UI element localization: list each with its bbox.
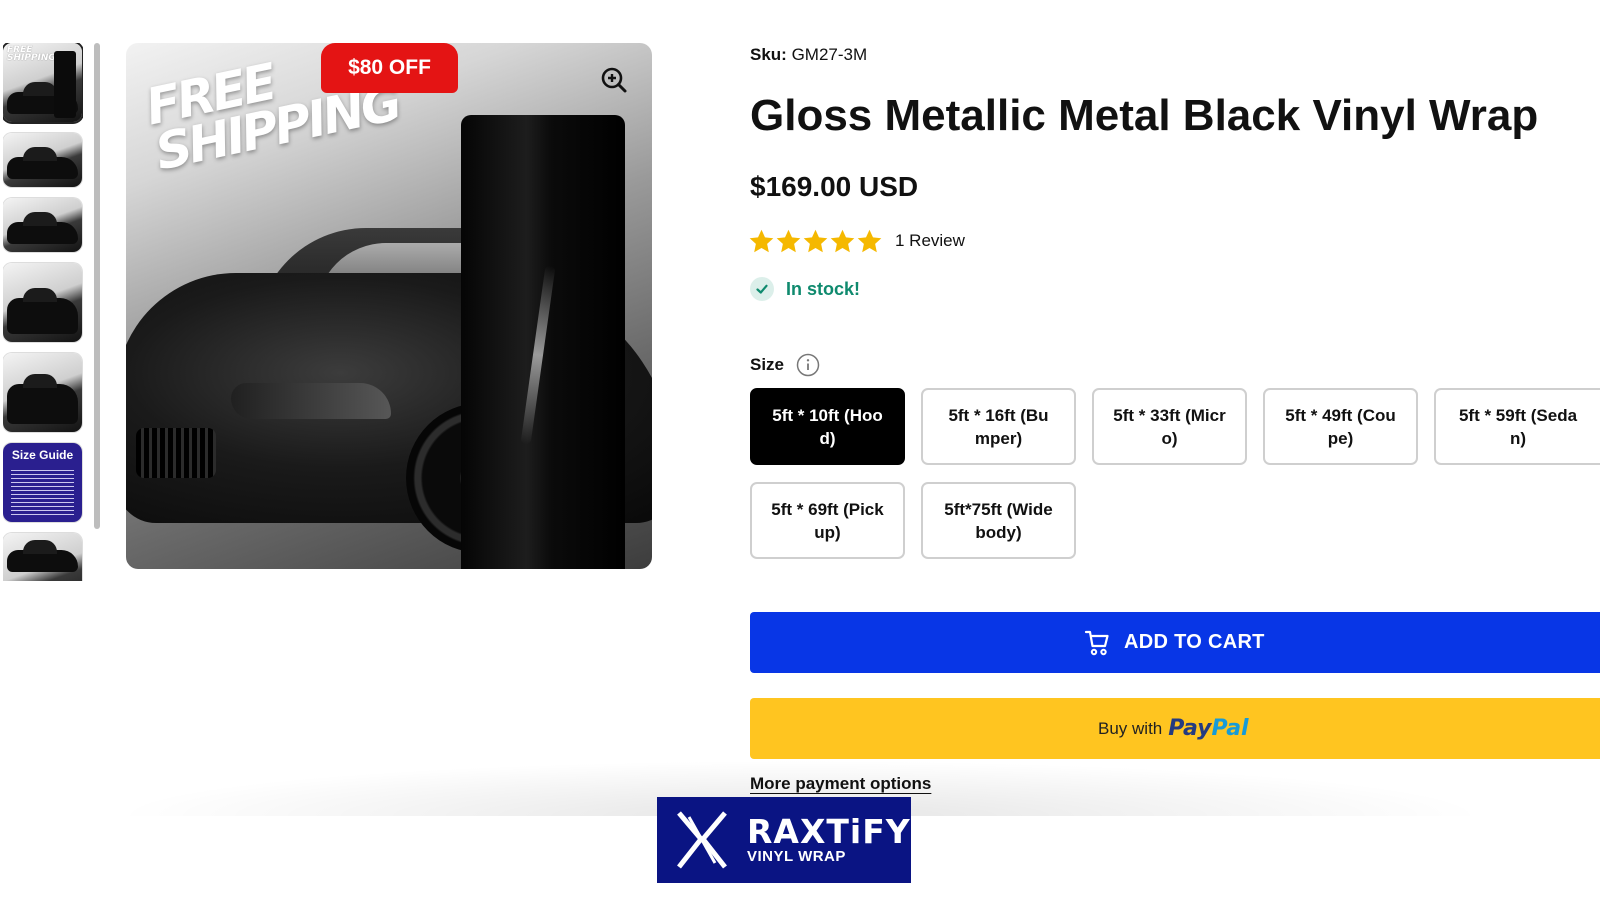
vinyl-roll-image — [461, 115, 625, 569]
brand-logo: RAXTiFY VINYL WRAP — [657, 797, 911, 883]
star-icon — [749, 229, 774, 252]
thumbnail-image[interactable] — [3, 263, 82, 342]
check-icon — [750, 277, 774, 301]
cart-icon — [1084, 630, 1109, 655]
info-icon[interactable] — [796, 353, 820, 377]
thumbnail-image[interactable] — [3, 133, 82, 187]
thumbnail-image[interactable]: FREE SHIPPING — [3, 43, 82, 122]
thumbnail-image[interactable] — [3, 353, 82, 432]
size-option-widebody[interactable]: 5ft*75ft (Widebody) — [921, 482, 1076, 559]
sku-label: Sku: — [750, 45, 787, 64]
star-icon — [857, 229, 882, 252]
star-icon — [776, 229, 801, 252]
size-label-text: Size — [750, 355, 785, 374]
size-option-sedan[interactable]: 5ft * 59ft (Sedan) — [1434, 388, 1600, 465]
more-payment-options-link[interactable]: More payment options — [750, 774, 931, 794]
review-count-link[interactable]: 1 Review — [895, 231, 965, 251]
star-icon — [830, 229, 855, 252]
thumbnail-scrollbar[interactable] — [94, 43, 100, 529]
size-option-hood[interactable]: 5ft * 10ft (Hood) — [750, 388, 905, 465]
paypal-logo-pay: Pay — [1168, 716, 1212, 741]
sku: Sku: GM27-3M — [750, 45, 867, 65]
stock-text: In stock! — [786, 278, 861, 299]
size-option-micro[interactable]: 5ft * 33ft (Micro) — [1092, 388, 1247, 465]
brand-subtitle: VINYL WRAP — [747, 848, 846, 865]
buy-with-text: Buy with — [1098, 718, 1163, 738]
add-to-cart-button[interactable]: ADD TO CART — [750, 612, 1600, 673]
rating[interactable]: 1 Review — [748, 226, 965, 256]
size-option-bumper[interactable]: 5ft * 16ft (Bumper) — [921, 388, 1076, 465]
add-to-cart-label: ADD TO CART — [1124, 631, 1265, 653]
x-logo-icon — [677, 811, 727, 869]
paypal-button[interactable]: Buy with Pay Pal — [750, 698, 1600, 759]
product-title: Gloss Metallic Metal Black Vinyl Wrap — [750, 91, 1539, 140]
thumbnail-size-guide[interactable]: Size Guide — [3, 443, 82, 522]
thumbnail-image[interactable] — [3, 533, 82, 581]
thumbnail-image[interactable] — [3, 198, 82, 252]
discount-badge: $80 OFF — [321, 43, 458, 93]
sku-value: GM27-3M — [791, 45, 868, 64]
product-price: $169.00 USD — [750, 171, 919, 202]
paypal-logo-pal: Pal — [1211, 716, 1249, 741]
size-guide-title: Size Guide — [11, 448, 74, 462]
thumbnail-list: FREE SHIPPING Size Guide — [3, 43, 83, 581]
free-shipping-text: FREE SHIPPING — [140, 52, 405, 182]
main-product-image[interactable]: FREE SHIPPING $80 OFF — [126, 43, 652, 569]
stock-status: In stock! — [750, 277, 860, 301]
brand-name: RAXTiFY — [747, 812, 911, 851]
size-option-coupe[interactable]: 5ft * 49ft (Coupe) — [1263, 388, 1418, 465]
size-label: Size — [750, 353, 820, 377]
size-option-pickup[interactable]: 5ft * 69ft (Pickup) — [750, 482, 905, 559]
zoom-in-icon[interactable] — [599, 65, 629, 95]
star-icon — [803, 229, 828, 252]
